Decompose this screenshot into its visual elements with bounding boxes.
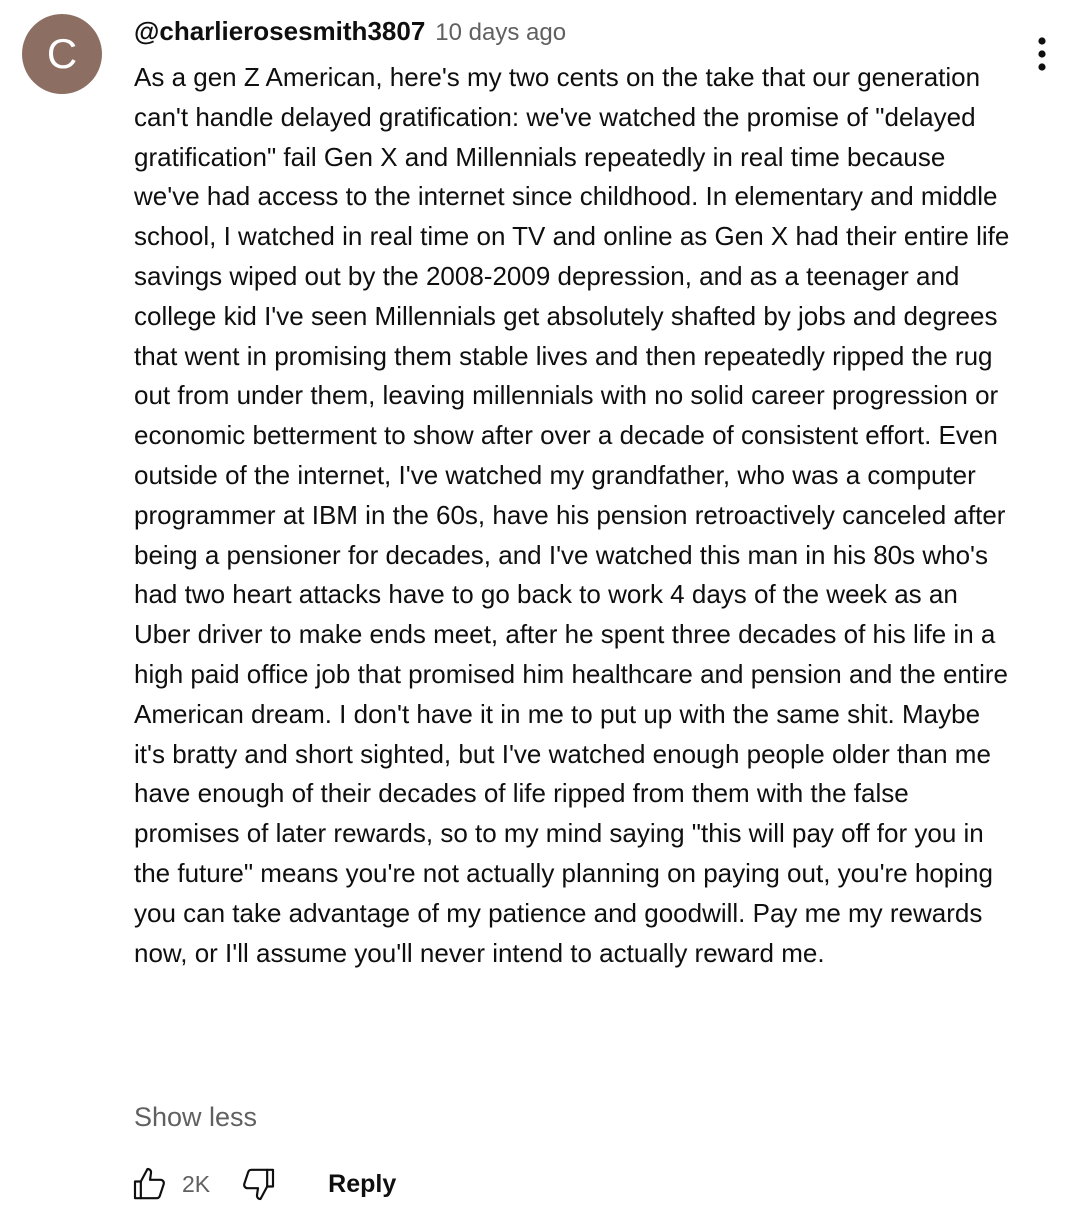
- comment-header: @charlierosesmith3807 10 days ago: [134, 16, 566, 50]
- avatar[interactable]: C: [22, 14, 102, 94]
- comment-text: As a gen Z American, here's my two cents…: [134, 62, 1010, 968]
- show-less-button[interactable]: Show less: [134, 1102, 257, 1133]
- like-button[interactable]: [130, 1164, 170, 1204]
- dislike-button[interactable]: [238, 1164, 278, 1204]
- like-count: 2K: [182, 1170, 211, 1197]
- comment-timestamp[interactable]: 10 days ago: [435, 19, 566, 47]
- comment-actions: 2K Reply: [130, 1160, 396, 1208]
- reply-button[interactable]: Reply: [328, 1170, 396, 1199]
- thumbs-up-icon: [133, 1167, 165, 1200]
- avatar-letter: C: [46, 30, 78, 77]
- author-name[interactable]: @charlierosesmith3807: [134, 16, 425, 47]
- comment-thread: C @charlierosesmith3807 10 days ago As a…: [0, 0, 1080, 1214]
- thumbs-down-icon: [243, 1168, 275, 1201]
- more-actions-button[interactable]: [1024, 30, 1060, 78]
- more-vertical-icon: [1038, 37, 1046, 71]
